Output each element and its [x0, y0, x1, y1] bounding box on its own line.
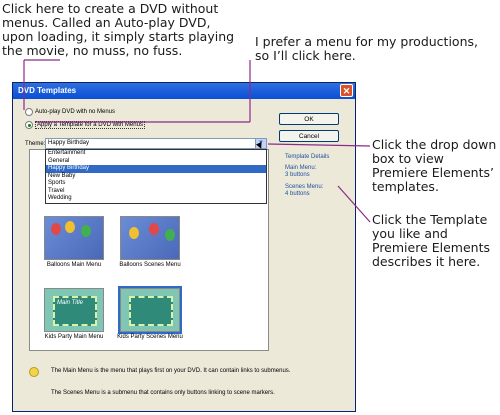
radio-autoplay-label: Auto-play DVD with no Menus — [35, 109, 116, 115]
template-balloons-scenes[interactable] — [120, 216, 180, 260]
balloon-shape — [65, 221, 75, 233]
radio-autoplay[interactable] — [25, 108, 33, 116]
balloon-shape — [129, 227, 139, 239]
radio-template-row[interactable]: Apply a Template for a DVD with Menus — [25, 121, 145, 129]
template-kids-main[interactable]: Main Title — [44, 288, 104, 332]
theme-option-new-baby[interactable]: New Baby — [46, 173, 266, 181]
dialog-titlebar[interactable]: DVD Templates ✕ — [13, 83, 355, 99]
info-box: The Main Menu is the menu that plays fir… — [21, 365, 351, 409]
radio-template[interactable] — [25, 121, 33, 129]
theme-dropdown-list: Entertainment General Happy Birthday New… — [45, 149, 267, 204]
theme-option-entertainment[interactable]: Entertainment — [46, 150, 266, 158]
thumb-frame: Main Title — [53, 296, 97, 326]
callout-template-choice: I prefer a menu for my productions, so I… — [255, 34, 478, 63]
main-menu-info: The Main Menu is the menu that plays fir… — [51, 368, 291, 374]
ok-button[interactable]: OK — [279, 113, 339, 125]
theme-option-wedding[interactable]: Wedding — [46, 195, 266, 203]
scenes-menu-label: Scenes Menu: — [285, 184, 324, 190]
callout-dropdown: Click the drop down box to view Premiere… — [372, 137, 497, 194]
close-icon: ✕ — [342, 86, 351, 96]
callout-autoplay: Click here to create a DVD without menus… — [2, 1, 235, 58]
template-kids-scenes[interactable] — [118, 286, 182, 334]
theme-label: Theme: — [25, 141, 46, 147]
close-button[interactable]: ✕ — [340, 84, 353, 97]
theme-option-travel[interactable]: Travel — [46, 188, 266, 196]
scenes-menu-value: 4 buttons — [285, 191, 310, 197]
theme-option-happy-birthday[interactable]: Happy Birthday — [46, 165, 266, 173]
template-caption: Kids Party Scenes Menu — [117, 334, 183, 340]
theme-dropdown[interactable]: Happy Birthday ▼ — [45, 138, 267, 149]
theme-option-general[interactable]: General — [46, 158, 266, 166]
template-caption: Kids Party Main Menu — [44, 334, 104, 340]
template-details-heading: Template Details — [285, 154, 330, 160]
callout-details: Click the Template you like and Premiere… — [372, 212, 491, 269]
template-caption: Balloons Main Menu — [46, 262, 102, 268]
balloon-shape — [165, 229, 175, 241]
dvd-templates-dialog: DVD Templates ✕ Auto-play DVD with no Me… — [12, 82, 356, 412]
balloon-shape — [51, 223, 61, 235]
main-menu-value: 3 buttons — [285, 172, 310, 178]
thumb-title: Main Title — [57, 300, 83, 306]
radio-template-label: Apply a Template for a DVD with Menus — [35, 121, 145, 129]
scenes-menu-info: The Scenes Menu is a submenu that contai… — [51, 390, 275, 396]
cancel-button[interactable]: Cancel — [279, 130, 339, 142]
thumb-frame — [129, 296, 173, 326]
template-balloons-main[interactable] — [44, 216, 104, 260]
template-caption: Balloons Scenes Menu — [119, 262, 181, 268]
main-menu-label: Main Menu: — [285, 165, 317, 171]
lightbulb-icon — [29, 367, 39, 377]
theme-option-sports[interactable]: Sports — [46, 180, 266, 188]
radio-autoplay-row[interactable]: Auto-play DVD with no Menus — [25, 108, 115, 116]
balloon-shape — [81, 225, 91, 237]
dialog-title: DVD Templates — [18, 86, 77, 95]
theme-dropdown-value: Happy Birthday — [48, 140, 90, 146]
balloon-shape — [149, 223, 159, 235]
